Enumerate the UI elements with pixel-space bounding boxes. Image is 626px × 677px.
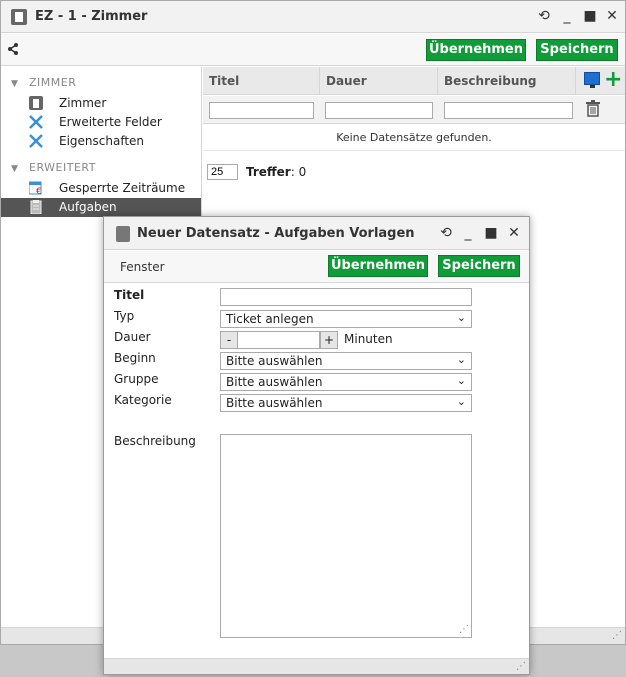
tools-icon [29,134,43,148]
dialog-toolbar: Fenster Übernehmen Speichern [104,251,529,283]
minimize-icon[interactable]: _ [459,224,477,242]
grid-filter-row [203,96,625,124]
hits-count: Treffer: 0 [246,165,307,179]
page-size-input[interactable] [207,164,238,180]
empty-message: Keine Datensätze gefunden. [203,125,625,151]
typ-label: Typ [114,309,135,323]
titel-label: Titel [114,288,145,302]
room-icon [11,9,27,25]
clipboard-icon [116,226,130,242]
chevron-down-icon: ⌄ [456,353,466,366]
decrement-button[interactable]: - [220,331,238,349]
maximize-icon[interactable]: ■ [482,224,500,242]
filter-beschreibung-input[interactable] [444,102,573,119]
dialog-save-button[interactable]: Speichern [438,255,520,277]
tools-icon [29,115,43,129]
beginn-label: Beginn [114,351,156,365]
filter-titel-input[interactable] [209,102,314,119]
dauer-input[interactable] [237,331,320,349]
collapse-arrow-icon: ▼ [11,164,19,174]
dauer-label: Dauer [114,330,151,344]
window-toolbar: Übernehmen Speichern [1,34,625,66]
chevron-down-icon: ⌄ [456,374,466,387]
refresh-icon[interactable]: ⟲ [535,7,553,25]
increment-button[interactable]: + [320,331,338,349]
sidebar-section-erweitert[interactable]: ▼ ERWEITERT [11,161,96,174]
sidebar-item-zimmer[interactable]: Zimmer [1,94,201,113]
beschreibung-textarea[interactable]: ⋰ [220,434,472,638]
sidebar-item-aufgaben[interactable]: Aufgaben [1,198,201,217]
typ-select[interactable]: Ticket anlegen ⌄ [220,310,472,328]
beginn-select[interactable]: Bitte auswählen ⌄ [220,352,472,370]
grid-header: Titel Dauer Beschreibung + [203,67,625,95]
sidebar-item-gesperrte-zeitraeume[interactable]: € Gesperrte Zeiträume [1,179,201,198]
gruppe-select[interactable]: Bitte auswählen ⌄ [220,373,472,391]
beschreibung-label: Beschreibung [114,434,196,448]
share-icon[interactable] [7,42,19,56]
close-icon[interactable]: ✕ [505,224,523,242]
clipboard-icon [29,200,43,215]
collapse-arrow-icon: ▼ [11,79,19,89]
dauer-stepper: - + [220,331,340,349]
minimize-icon[interactable]: _ [558,7,576,25]
new-record-dialog: Neuer Datensatz - Aufgaben Vorlagen ⟲ _ … [103,216,530,675]
refresh-icon[interactable]: ⟲ [437,224,455,242]
filter-dauer-input[interactable] [325,102,433,119]
apply-button[interactable]: Übernehmen [426,39,526,61]
titel-input[interactable] [220,288,472,306]
dialog-statusbar: ⋰ [104,658,529,674]
kategorie-label: Kategorie [114,393,172,407]
menu-fenster[interactable]: Fenster [120,260,165,274]
sidebar-section-zimmer[interactable]: ▼ ZIMMER [11,76,76,89]
sidebar-item-erweiterte-felder[interactable]: Erweiterte Felder [1,113,201,132]
room-icon [29,96,43,110]
chevron-down-icon: ⌄ [456,311,466,324]
column-header-titel[interactable]: Titel [203,67,320,95]
kategorie-select[interactable]: Bitte auswählen ⌄ [220,394,472,412]
calendar-euro-icon: € [28,181,43,197]
add-icon[interactable]: + [604,69,622,91]
save-button[interactable]: Speichern [536,39,618,61]
resize-grip-icon[interactable]: ⋰ [612,631,622,641]
resize-grip-icon[interactable]: ⋰ [516,662,526,672]
window-titlebar: EZ - 1 - Zimmer ⟲ _ ■ ✕ [1,1,625,33]
trash-icon[interactable] [586,100,600,117]
resize-grip-icon[interactable]: ⋰ [459,625,469,635]
monitor-icon[interactable] [584,72,600,88]
dauer-unit: Minuten [344,332,393,346]
dialog-apply-button[interactable]: Übernehmen [328,255,428,277]
maximize-icon[interactable]: ■ [581,7,599,25]
window-title: EZ - 1 - Zimmer [35,9,148,24]
chevron-down-icon: ⌄ [456,395,466,408]
dialog-titlebar[interactable]: Neuer Datensatz - Aufgaben Vorlagen ⟲ _ … [104,217,529,250]
column-header-dauer[interactable]: Dauer [320,67,438,95]
close-icon[interactable]: ✕ [603,7,621,25]
column-header-beschreibung[interactable]: Beschreibung [438,67,576,95]
sidebar-item-eigenschaften[interactable]: Eigenschaften [1,132,201,151]
gruppe-label: Gruppe [114,372,159,386]
dialog-title: Neuer Datensatz - Aufgaben Vorlagen [137,226,415,241]
svg-text:€: € [36,187,42,195]
